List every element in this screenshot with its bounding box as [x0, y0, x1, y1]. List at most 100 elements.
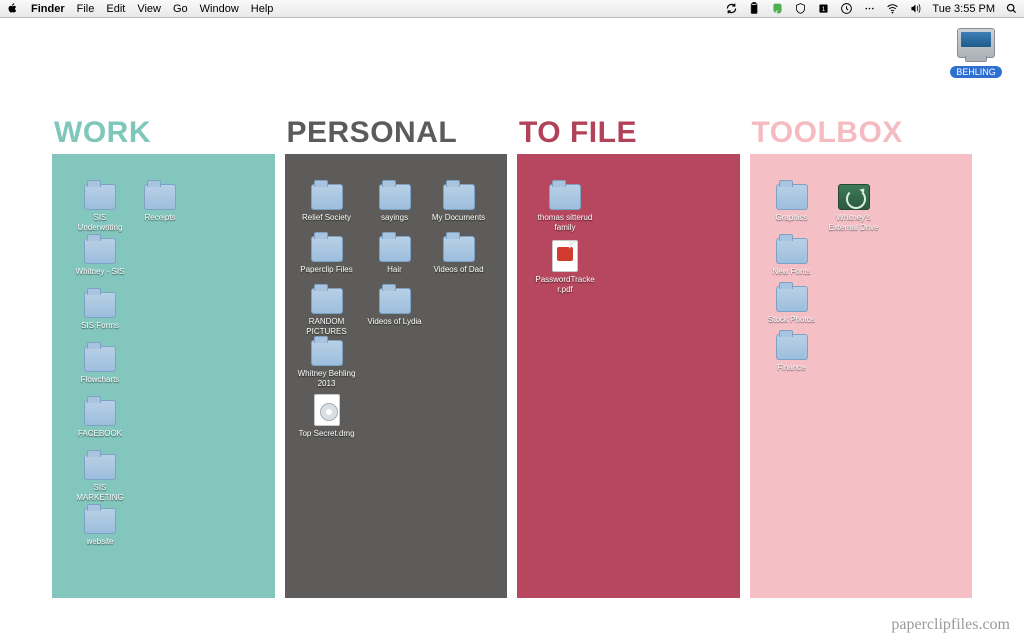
icon-label: FACEBOOK: [70, 429, 130, 439]
folder-icon: [776, 334, 808, 360]
zone-personal-box[interactable]: Relief Society sayings My Documents Pape…: [285, 154, 508, 598]
folder-icon: [84, 400, 116, 426]
zone-work-title: WORK: [54, 116, 151, 150]
icon-label: Flowcharts: [70, 375, 130, 385]
folder-relief-society[interactable]: Relief Society: [297, 184, 357, 223]
folder-videos-of-dad[interactable]: Videos of Dad: [429, 236, 489, 275]
folder-flowcharts[interactable]: Flowcharts: [70, 346, 130, 385]
folder-sis-forms[interactable]: SIS Forms: [70, 292, 130, 331]
menu-edit[interactable]: Edit: [106, 3, 125, 15]
apple-menu[interactable]: [6, 2, 19, 15]
folder-icon: [549, 184, 581, 210]
icon-label: thomas sitterud family: [535, 213, 595, 233]
folder-icon: [379, 184, 411, 210]
watermark: paperclipfiles.com: [891, 616, 1010, 634]
folder-new-fonts[interactable]: New Fonts: [762, 238, 822, 277]
spotlight-icon[interactable]: [1005, 2, 1018, 15]
zone-work: WORK SIS Underwriting Receipts Whitney -…: [52, 138, 275, 598]
folder-whitney-behling-2013[interactable]: Whitney Behling 2013: [297, 340, 357, 389]
folder-receipts[interactable]: Receipts: [130, 184, 190, 223]
zone-toolbox-box[interactable]: Graphics Whitney's External Drive New Fo…: [750, 154, 973, 598]
folder-icon: [84, 184, 116, 210]
evernote-icon[interactable]: [771, 2, 784, 15]
wifi-icon[interactable]: [886, 2, 899, 15]
drive-whitneys-external[interactable]: Whitney's External Drive: [824, 184, 884, 233]
zone-work-box[interactable]: SIS Underwriting Receipts Whitney - SIS …: [52, 154, 275, 598]
icon-label: sayings: [365, 213, 425, 223]
folder-icon: [379, 288, 411, 314]
file-passwordtracker-pdf[interactable]: PasswordTracker.pdf: [535, 240, 595, 295]
menubar-clock[interactable]: Tue 3:55 PM: [932, 3, 995, 15]
menu-extra-icon[interactable]: [863, 2, 876, 15]
icon-label: Top Secret.dmg: [297, 429, 357, 439]
folder-hair[interactable]: Hair: [365, 236, 425, 275]
folder-facebook[interactable]: FACEBOOK: [70, 400, 130, 439]
folder-icon: [84, 508, 116, 534]
hard-drive-label: BEHLING: [950, 66, 1002, 78]
dmg-icon: [314, 394, 340, 426]
zone-tofile-box[interactable]: thomas sitterud family PasswordTracker.p…: [517, 154, 740, 598]
folder-stock-photos[interactable]: Stock Photos: [762, 286, 822, 325]
folder-finance[interactable]: Finance: [762, 334, 822, 373]
folder-graphics[interactable]: Graphics: [762, 184, 822, 223]
shield-icon[interactable]: [794, 2, 807, 15]
zone-tofile-title: TO FILE: [519, 116, 637, 150]
folder-sayings[interactable]: sayings: [365, 184, 425, 223]
file-top-secret-dmg[interactable]: Top Secret.dmg: [297, 394, 357, 439]
zone-tofile: TO FILE thomas sitterud family PasswordT…: [517, 138, 740, 598]
folder-whitney-sis[interactable]: Whitney - SIS: [70, 238, 130, 277]
folder-icon: [84, 292, 116, 318]
folder-icon: [84, 346, 116, 372]
folder-icon: [311, 184, 343, 210]
menu-window[interactable]: Window: [200, 3, 239, 15]
menu-help[interactable]: Help: [251, 3, 274, 15]
menu-view[interactable]: View: [137, 3, 161, 15]
icon-label: Relief Society: [297, 213, 357, 223]
icon-label: Videos of Dad: [429, 265, 489, 275]
folder-thomas-sitterud-family[interactable]: thomas sitterud family: [535, 184, 595, 233]
folder-icon: [443, 184, 475, 210]
folder-paperclip-files[interactable]: Paperclip Files: [297, 236, 357, 275]
svg-text:1: 1: [822, 6, 826, 13]
icon-label: SIS Forms: [70, 321, 130, 331]
folder-icon: [84, 238, 116, 264]
icon-label: Stock Photos: [762, 315, 822, 325]
icon-label: New Fonts: [762, 267, 822, 277]
icon-label: Paperclip Files: [297, 265, 357, 275]
folder-icon: [776, 286, 808, 312]
folder-sis-underwriting[interactable]: SIS Underwriting: [70, 184, 130, 233]
hard-drive-icon[interactable]: BEHLING: [946, 28, 1006, 80]
timemachine-icon[interactable]: [840, 2, 853, 15]
folder-icon: [311, 340, 343, 366]
folder-icon: [443, 236, 475, 262]
folder-website[interactable]: website: [70, 508, 130, 547]
icon-label: Whitney Behling 2013: [297, 369, 357, 389]
icon-label: Whitney - SIS: [70, 267, 130, 277]
folder-random-pictures[interactable]: RANDOM PICTURES: [297, 288, 357, 337]
folder-sis-marketing[interactable]: SIS MARKETING: [70, 454, 130, 503]
folder-icon: [776, 238, 808, 264]
sync-icon[interactable]: [725, 2, 738, 15]
folder-icon: [311, 236, 343, 262]
desktop[interactable]: BEHLING WORK SIS Underwriting Receipts W…: [0, 18, 1024, 640]
icon-label: Receipts: [130, 213, 190, 223]
folder-icon: [379, 236, 411, 262]
pdf-icon: [552, 240, 578, 272]
icon-label: My Documents: [429, 213, 489, 223]
zone-toolbox-title: TOOLBOX: [752, 116, 903, 150]
icon-label: Videos of Lydia: [365, 317, 425, 327]
folder-my-documents[interactable]: My Documents: [429, 184, 489, 223]
zone-personal-title: PERSONAL: [287, 116, 458, 150]
volume-icon[interactable]: [909, 2, 922, 15]
menubar: Finder File Edit View Go Window Help 1 T…: [0, 0, 1024, 18]
menubar-app-name[interactable]: Finder: [31, 3, 65, 15]
folder-videos-of-lydia[interactable]: Videos of Lydia: [365, 288, 425, 327]
icon-label: Graphics: [762, 213, 822, 223]
battery-icon[interactable]: [748, 2, 761, 15]
zone-toolbox: TOOLBOX Graphics Whitney's External Driv…: [750, 138, 973, 598]
desktop-zones: WORK SIS Underwriting Receipts Whitney -…: [52, 138, 972, 598]
menu-file[interactable]: File: [77, 3, 95, 15]
icon-label: Hair: [365, 265, 425, 275]
onepassword-icon[interactable]: 1: [817, 2, 830, 15]
menu-go[interactable]: Go: [173, 3, 188, 15]
